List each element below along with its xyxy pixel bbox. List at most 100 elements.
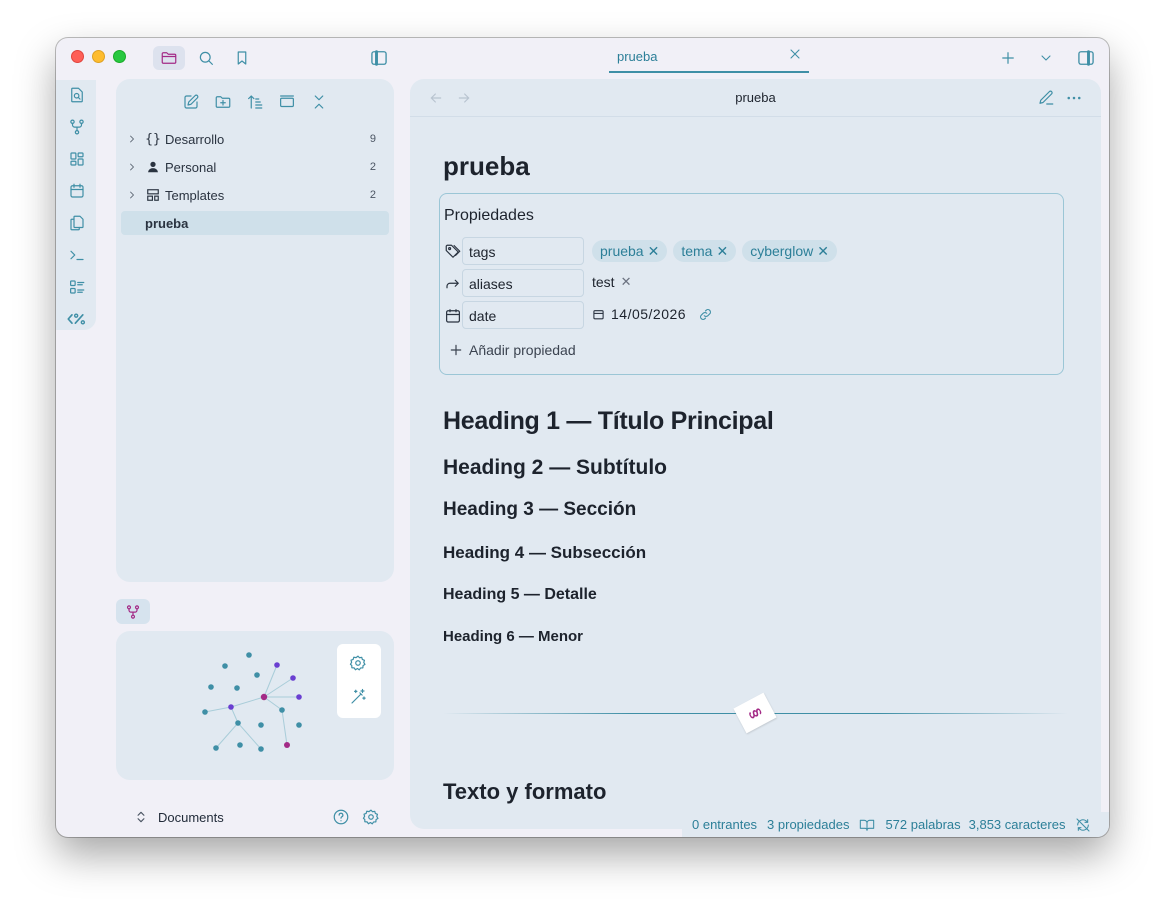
remove-alias-icon[interactable]: ✕ xyxy=(621,274,632,290)
sort-button[interactable] xyxy=(244,91,266,113)
date-value[interactable]: 14/05/2026 xyxy=(592,306,713,322)
divider-badge: § xyxy=(733,692,777,734)
braces-icon: {} xyxy=(145,131,161,147)
pencil-icon xyxy=(1039,90,1054,105)
new-note-button[interactable] xyxy=(180,91,202,113)
file-count: 9 xyxy=(369,133,376,145)
tags-icon xyxy=(444,243,462,261)
status-bar: 0 entrantes 3 propiedades 572 palabras 3… xyxy=(682,812,1109,837)
list-todo-icon xyxy=(70,280,85,294)
new-tab-button[interactable] xyxy=(992,46,1024,70)
folder-plus-icon xyxy=(215,96,231,108)
property-key-date[interactable]: date xyxy=(462,301,584,329)
calendar-icon xyxy=(70,183,84,198)
section-sign-icon: § xyxy=(745,705,765,721)
user-icon xyxy=(144,160,162,174)
close-tab-button[interactable] xyxy=(787,46,803,62)
command-palette-button[interactable] xyxy=(67,245,87,265)
local-graph[interactable] xyxy=(116,631,394,780)
heading-4[interactable]: Heading 4 — Subsección xyxy=(443,543,646,563)
link-icon[interactable] xyxy=(698,307,713,322)
graph-view-button[interactable] xyxy=(67,117,87,137)
property-key-tags[interactable]: tags xyxy=(462,237,584,265)
daily-note-button[interactable] xyxy=(67,181,87,201)
view-header-title[interactable]: prueba xyxy=(410,90,1101,105)
bookmarks-view-button[interactable] xyxy=(226,46,258,70)
tag-pill[interactable]: prueba ✕ xyxy=(592,240,668,262)
tree-item-label: Personal xyxy=(165,159,217,175)
new-folder-button[interactable] xyxy=(212,91,234,113)
app-window: prueba {} Desarrollo 9 Personal 2 Templa… xyxy=(56,38,1109,837)
backlinks-count[interactable]: 0 entrantes xyxy=(692,817,757,832)
vault-name: Documents xyxy=(158,809,224,825)
templater-icon xyxy=(67,313,86,325)
bases-button[interactable] xyxy=(67,277,87,297)
add-property-button[interactable]: Añadir propiedad xyxy=(448,342,576,358)
minimize-window-button[interactable] xyxy=(92,50,105,63)
tag-pill[interactable]: tema ✕ xyxy=(673,240,737,262)
word-count[interactable]: 572 palabras xyxy=(885,817,960,832)
more-options-button[interactable] xyxy=(1065,89,1083,107)
vault-switcher[interactable]: Documents xyxy=(132,804,394,830)
tree-file-prueba[interactable]: prueba xyxy=(121,211,389,235)
sort-ascending-icon xyxy=(248,95,263,109)
graph-settings-button[interactable] xyxy=(349,654,367,672)
tree-folder-templates[interactable]: Templates 2 xyxy=(124,183,388,207)
heading-2[interactable]: Heading 2 — Subtítulo xyxy=(443,456,667,480)
local-graph-tab[interactable] xyxy=(116,599,150,624)
tab-title: prueba xyxy=(617,49,658,64)
canvas-button[interactable] xyxy=(67,149,87,169)
tree-folder-desarrollo[interactable]: {} Desarrollo 9 xyxy=(124,127,388,151)
search-icon xyxy=(199,51,213,65)
tree-item-label: Templates xyxy=(165,187,225,203)
properties-panel: Propiedades tags prueba ✕ tema ✕ cyberglow… xyxy=(439,193,1064,375)
close-window-button[interactable] xyxy=(71,50,84,63)
git-fork-icon xyxy=(70,119,84,135)
remove-tag-icon[interactable]: ✕ xyxy=(716,243,728,260)
auto-reveal-button[interactable] xyxy=(276,91,298,113)
property-tags: tags prueba ✕ tema ✕ cyberglow ✕ xyxy=(444,237,1059,265)
folder-icon xyxy=(161,52,177,64)
heading-6[interactable]: Heading 6 — Menor xyxy=(443,628,583,645)
tree-folder-personal[interactable]: Personal 2 xyxy=(124,155,388,179)
edit-icon xyxy=(184,94,199,109)
property-date: date 14/05/2026 xyxy=(444,301,1059,329)
layout-template-icon xyxy=(144,188,162,202)
edit-mode-button[interactable] xyxy=(1037,89,1055,107)
plus-icon xyxy=(1002,52,1014,64)
properties-heading[interactable]: Propiedades xyxy=(444,207,534,225)
templater-button[interactable] xyxy=(67,309,87,329)
help-circle-icon xyxy=(333,809,349,825)
remove-tag-icon[interactable]: ✕ xyxy=(648,243,660,260)
tree-item-label: Desarrollo xyxy=(165,131,225,147)
files-view-button[interactable] xyxy=(153,46,185,70)
quick-switcher-button[interactable] xyxy=(67,85,87,105)
terminal-icon xyxy=(70,250,84,261)
search-view-button[interactable] xyxy=(190,46,222,70)
heading-1[interactable]: Heading 1 — Título Principal xyxy=(443,407,774,436)
properties-count[interactable]: 3 propiedades xyxy=(767,817,849,832)
note-title[interactable]: prueba xyxy=(443,151,530,182)
tab-list-button[interactable] xyxy=(1030,46,1062,70)
graph-animate-button[interactable] xyxy=(349,688,367,706)
heading-5[interactable]: Heading 5 — Detalle xyxy=(443,586,597,604)
help-button[interactable] xyxy=(332,808,350,826)
sync-off-icon[interactable] xyxy=(1075,817,1091,833)
char-count[interactable]: 3,853 caracteres xyxy=(969,817,1066,832)
property-key-aliases[interactable]: aliases xyxy=(462,269,584,297)
toggle-right-sidebar-button[interactable] xyxy=(1070,46,1102,70)
wand-icon xyxy=(351,688,366,704)
zoom-window-button[interactable] xyxy=(113,50,126,63)
bookmark-icon xyxy=(237,51,247,65)
templates-button[interactable] xyxy=(67,213,87,233)
toggle-left-sidebar-button[interactable] xyxy=(363,46,395,70)
section-heading[interactable]: Texto y formato xyxy=(443,779,606,805)
tab-prueba[interactable]: prueba xyxy=(609,46,809,73)
book-open-icon[interactable] xyxy=(859,817,875,833)
collapse-all-button[interactable] xyxy=(308,91,330,113)
heading-3[interactable]: Heading 3 — Sección xyxy=(443,499,636,521)
settings-button[interactable] xyxy=(362,808,380,826)
remove-tag-icon[interactable]: ✕ xyxy=(817,243,829,260)
sidebar-left-icon xyxy=(371,50,387,66)
tag-pill[interactable]: cyberglow ✕ xyxy=(742,240,837,262)
